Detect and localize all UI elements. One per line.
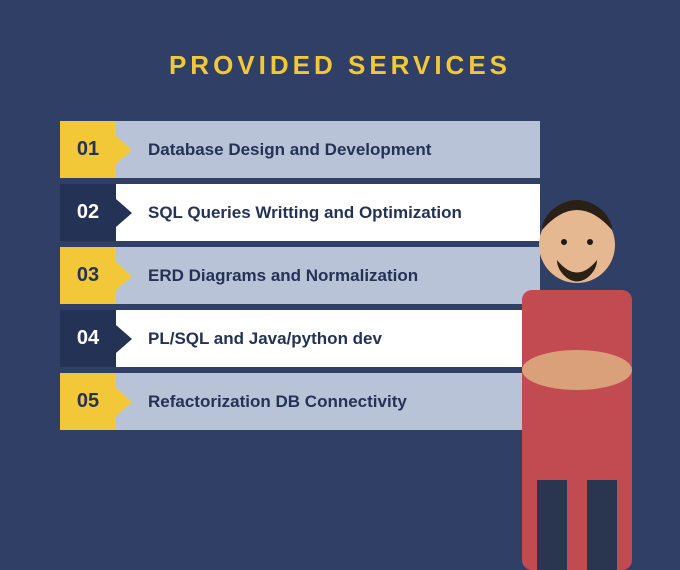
item-number: 05 [60, 373, 116, 430]
item-number: 04 [60, 310, 116, 367]
list-item: 01 Database Design and Development [60, 121, 540, 178]
item-number: 02 [60, 184, 116, 241]
list-item: 03 ERD Diagrams and Normalization [60, 247, 540, 304]
item-label: PL/SQL and Java/python dev [116, 310, 540, 367]
item-label: SQL Queries Writting and Optimization [116, 184, 540, 241]
item-label: ERD Diagrams and Normalization [116, 247, 540, 304]
services-list: 01 Database Design and Development 02 SQ… [60, 121, 540, 430]
list-item: 05 Refactorization DB Connectivity [60, 373, 540, 430]
page-title: PROVIDED SERVICES [0, 0, 680, 121]
item-label: Refactorization DB Connectivity [116, 373, 540, 430]
list-item: 02 SQL Queries Writting and Optimization [60, 184, 540, 241]
item-label: Database Design and Development [116, 121, 540, 178]
item-number: 01 [60, 121, 116, 178]
list-item: 04 PL/SQL and Java/python dev [60, 310, 540, 367]
person-photo [482, 170, 672, 570]
item-number: 03 [60, 247, 116, 304]
